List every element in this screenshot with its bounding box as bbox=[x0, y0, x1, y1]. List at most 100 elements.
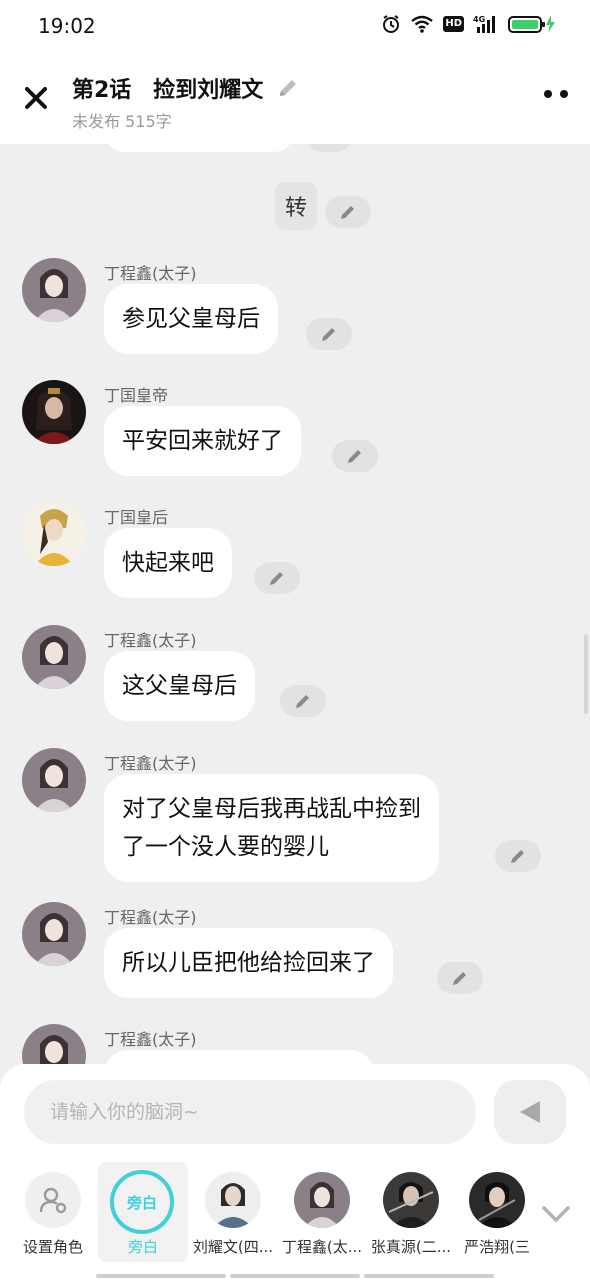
avatar[interactable] bbox=[22, 258, 86, 322]
character-portrait-icon bbox=[22, 748, 86, 812]
dot-icon bbox=[560, 90, 568, 98]
indicator-segment bbox=[96, 1274, 226, 1278]
role-label: 刘耀文(四... bbox=[192, 1238, 274, 1256]
close-icon[interactable] bbox=[20, 82, 52, 114]
svg-text:4G: 4G bbox=[473, 15, 485, 24]
status-icons: HD 4G bbox=[381, 14, 556, 34]
alarm-icon bbox=[383, 15, 400, 33]
message-line: 平安回来就好了 bbox=[122, 428, 283, 454]
edit-message-button[interactable] bbox=[495, 840, 541, 872]
pencil-icon bbox=[348, 450, 361, 463]
speaker-name: 丁程鑫(太子) bbox=[104, 754, 197, 773]
character-portrait-icon bbox=[22, 625, 86, 689]
edit-title-icon[interactable] bbox=[277, 77, 299, 99]
character-portrait-icon bbox=[22, 502, 86, 566]
role-selector: 设置角色 旁白 旁白 刘耀文(四... 丁程鑫(太... 张真源(二... 严浩… bbox=[0, 1162, 590, 1272]
role-character[interactable]: 刘耀文(四... bbox=[188, 1162, 278, 1262]
role-character[interactable]: 丁程鑫(太... bbox=[277, 1162, 367, 1262]
send-icon bbox=[520, 1101, 540, 1123]
role-label: 严浩翔(三 bbox=[464, 1238, 530, 1256]
edit-message-button[interactable] bbox=[280, 685, 326, 717]
speaker-name: 丁程鑫(太子) bbox=[104, 631, 197, 650]
episode-title: 第2话 捡到刘耀文 bbox=[72, 78, 264, 103]
message-bubble[interactable]: 这父皇母后 bbox=[104, 651, 255, 721]
avatar[interactable] bbox=[22, 625, 86, 689]
role-avatar bbox=[205, 1172, 261, 1228]
message-bubble[interactable] bbox=[104, 1050, 374, 1064]
status-time: 19:02 bbox=[38, 14, 96, 38]
edit-message-button[interactable] bbox=[254, 562, 300, 594]
role-avatar bbox=[25, 1172, 81, 1228]
previous-edit-chip[interactable] bbox=[306, 144, 352, 152]
role-label: 旁白 bbox=[127, 1238, 158, 1256]
message-line: 了一个没人要的婴儿 bbox=[122, 834, 329, 860]
role-set-character[interactable]: 设置角色 bbox=[8, 1162, 98, 1262]
avatar[interactable] bbox=[22, 1024, 86, 1064]
character-portrait-icon bbox=[22, 380, 86, 444]
avatar[interactable] bbox=[22, 902, 86, 966]
previous-bubble bbox=[104, 144, 294, 152]
role-narrator[interactable]: 旁白 旁白 bbox=[98, 1162, 188, 1262]
character-portrait-icon bbox=[22, 258, 86, 322]
wifi-icon bbox=[411, 15, 434, 33]
speaker-name: 丁国皇帝 bbox=[104, 386, 169, 405]
role-avatar: 旁白 bbox=[110, 1170, 174, 1234]
more-options-button[interactable] bbox=[544, 90, 568, 98]
speaker-name: 丁程鑫(太子) bbox=[104, 1030, 197, 1049]
character-portrait-icon bbox=[22, 902, 86, 966]
indicator-segment bbox=[230, 1274, 360, 1278]
role-character[interactable]: 张真源(二... bbox=[366, 1162, 456, 1262]
character-portrait-icon bbox=[294, 1172, 350, 1228]
message-line: 所以儿臣把他给捡回来了 bbox=[122, 950, 375, 976]
message-bubble[interactable]: 快起来吧 bbox=[104, 528, 232, 598]
edit-message-button[interactable] bbox=[325, 196, 371, 228]
chevron-down-icon[interactable] bbox=[540, 1202, 572, 1226]
indicator-segment bbox=[364, 1274, 494, 1278]
role-character[interactable]: 严浩翔(三 bbox=[452, 1162, 542, 1262]
edit-message-button[interactable] bbox=[437, 962, 483, 994]
pencil-icon bbox=[296, 695, 309, 708]
role-avatar bbox=[383, 1172, 439, 1228]
avatar[interactable] bbox=[22, 380, 86, 444]
send-button[interactable] bbox=[494, 1080, 566, 1144]
role-label: 设置角色 bbox=[22, 1238, 83, 1256]
story-input[interactable] bbox=[24, 1080, 476, 1144]
role-label: 张真源(二... bbox=[370, 1238, 452, 1256]
message-bubble[interactable]: 平安回来就好了 bbox=[104, 406, 301, 476]
edit-message-button[interactable] bbox=[332, 440, 378, 472]
hd-badge: HD bbox=[443, 16, 464, 32]
character-portrait-icon bbox=[205, 1172, 261, 1228]
title-row: 第2话 捡到刘耀文 bbox=[72, 72, 299, 104]
scrollbar[interactable] bbox=[584, 634, 588, 714]
message-bubble[interactable]: 对了父皇母后我再战乱中捡到 了一个没人要的婴儿 bbox=[104, 774, 439, 882]
dot-icon bbox=[544, 90, 552, 98]
bottom-indicator bbox=[96, 1274, 494, 1278]
role-avatar bbox=[294, 1172, 350, 1228]
message-bubble[interactable]: 所以儿臣把他给捡回来了 bbox=[104, 928, 393, 998]
pencil-icon bbox=[453, 972, 466, 985]
speaker-name: 丁程鑫(太子) bbox=[104, 264, 197, 283]
composer-panel: 设置角色 旁白 旁白 刘耀文(四... bbox=[0, 1064, 590, 1280]
pencil-icon bbox=[322, 328, 335, 341]
edit-message-button[interactable] bbox=[306, 318, 352, 350]
message-bubble[interactable]: 参见父皇母后 bbox=[104, 284, 278, 354]
episode-status: 未发布 515字 bbox=[72, 112, 172, 131]
chat-area[interactable]: 转 丁程鑫(太子) 参见父皇母后 丁国皇帝 平安回来就好了 丁国皇后 快起来吧 … bbox=[0, 144, 590, 1064]
message-line: 参见父皇母后 bbox=[122, 306, 260, 332]
character-portrait-icon bbox=[383, 1172, 439, 1228]
role-avatar bbox=[469, 1172, 525, 1228]
pencil-icon bbox=[511, 850, 524, 863]
speaker-name: 丁国皇后 bbox=[104, 508, 169, 527]
battery-charging-icon bbox=[508, 15, 555, 33]
narrator-ring-text: 旁白 bbox=[126, 1193, 157, 1212]
character-portrait-icon bbox=[22, 1024, 86, 1064]
message-line: 这父皇母后 bbox=[122, 673, 237, 699]
editor-header: 第2话 捡到刘耀文 未发布 515字 bbox=[0, 52, 590, 144]
avatar[interactable] bbox=[22, 748, 86, 812]
speaker-name: 丁程鑫(太子) bbox=[104, 908, 197, 927]
role-label: 丁程鑫(太... bbox=[281, 1238, 363, 1256]
avatar[interactable] bbox=[22, 502, 86, 566]
signal-icon: 4G bbox=[473, 15, 495, 33]
pencil-icon bbox=[270, 572, 283, 585]
scene-transition-chip[interactable]: 转 bbox=[275, 182, 317, 230]
